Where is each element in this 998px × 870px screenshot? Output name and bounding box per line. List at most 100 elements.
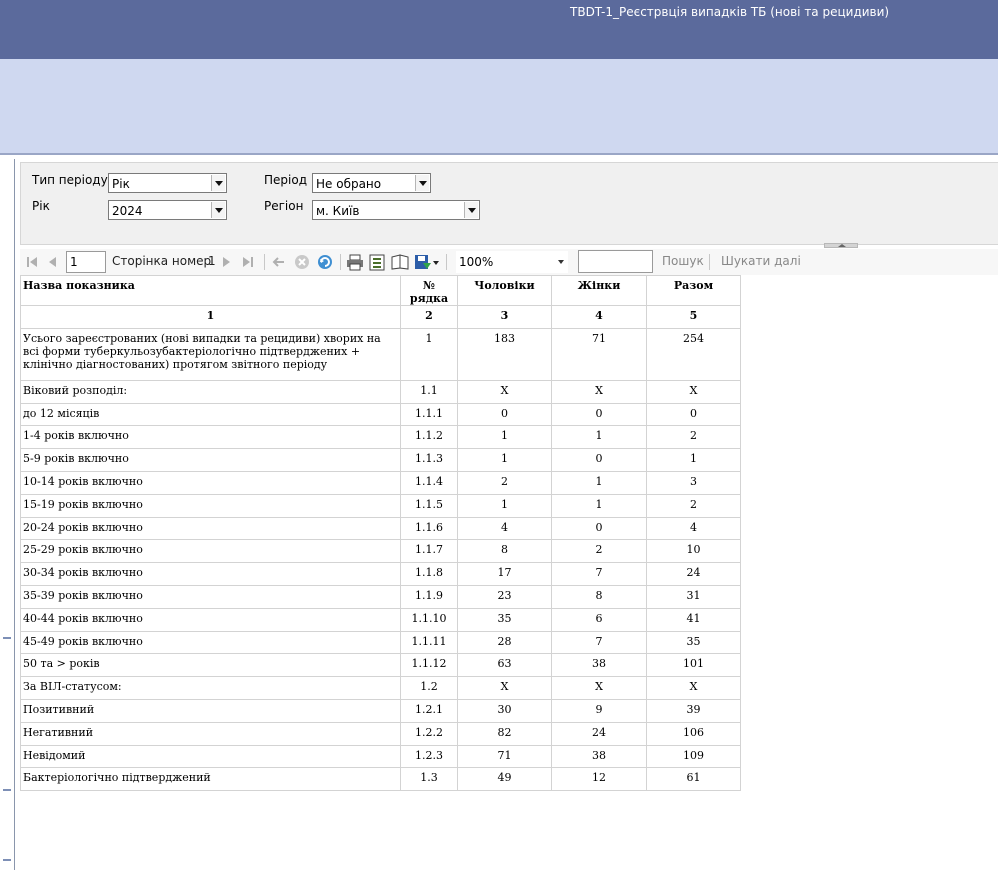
row-number: 1.3 xyxy=(400,767,458,792)
table-header-row: Назва показника № рядка Чоловіки Жінки Р… xyxy=(20,275,741,306)
women-value: 0 xyxy=(551,516,647,541)
men-value: 28 xyxy=(457,630,552,655)
total-value: 41 xyxy=(646,607,741,632)
indicator-name: Негативний xyxy=(20,721,401,746)
period-type-select[interactable]: Рік xyxy=(108,173,227,193)
report-table: Назва показника № рядка Чоловіки Жінки Р… xyxy=(20,275,741,792)
indicator-name: до 12 місяців xyxy=(20,402,401,427)
header-band xyxy=(0,59,998,154)
row-number: 1.1.1 xyxy=(400,402,458,427)
women-value: 24 xyxy=(551,721,647,746)
year-select[interactable]: 2024 xyxy=(108,200,227,220)
total-value: 31 xyxy=(646,584,741,609)
men-value: 63 xyxy=(457,653,552,678)
collapse-params-handle[interactable] xyxy=(824,243,858,248)
women-value: 9 xyxy=(551,698,647,723)
row-number: 1.2.1 xyxy=(400,698,458,723)
page-label: Сторінка номер xyxy=(112,254,212,268)
row-number: 1.1.8 xyxy=(400,562,458,586)
men-value: 1 xyxy=(457,493,552,518)
back-icon[interactable] xyxy=(272,253,286,271)
table-row: 15-19 років включно 1.1.5 1 1 2 xyxy=(20,493,741,518)
women-value: 12 xyxy=(551,767,647,792)
row-number: 1.2 xyxy=(400,676,458,700)
report-title: TBDT-1_Реєстрвція випадків ТБ (нові та р… xyxy=(570,5,890,19)
men-value: 8 xyxy=(457,539,552,564)
women-value: 38 xyxy=(551,653,647,678)
app-title-bar: TBDT-1_Реєстрвція випадків ТБ (нові та р… xyxy=(0,0,998,59)
prev-page-icon[interactable] xyxy=(46,253,58,271)
page-setup-icon[interactable] xyxy=(391,253,409,271)
stop-icon[interactable] xyxy=(293,253,311,271)
row-number: 1.2.2 xyxy=(400,721,458,746)
indicator-name: Бактеріологічно підтверджений xyxy=(20,767,401,792)
women-value: 8 xyxy=(551,584,647,609)
region-label: Регіон xyxy=(264,199,304,213)
men-value: 49 xyxy=(457,767,552,792)
table-row: Бактеріологічно підтверджений 1.3 49 12 61 xyxy=(20,767,741,792)
row-number: 1.1.4 xyxy=(400,470,458,495)
row-number: 1.1.12 xyxy=(400,653,458,678)
table-row: 35-39 років включно 1.1.9 23 8 31 xyxy=(20,584,741,609)
next-page-icon[interactable] xyxy=(220,253,232,271)
print-icon[interactable] xyxy=(346,253,364,271)
total-value: 35 xyxy=(646,630,741,655)
print-layout-icon[interactable] xyxy=(369,253,385,271)
table-row: до 12 місяців 1.1.1 0 0 0 xyxy=(20,402,741,427)
period-select[interactable]: Не обрано xyxy=(312,173,431,193)
chevron-down-icon[interactable] xyxy=(415,175,429,191)
table-row: 50 та > років 1.1.12 63 38 101 xyxy=(20,653,741,678)
indicator-name: 10-14 років включно xyxy=(20,470,401,495)
refresh-icon[interactable] xyxy=(316,253,334,271)
men-value: 1 xyxy=(457,425,552,450)
first-page-icon[interactable] xyxy=(25,253,39,271)
chevron-down-icon[interactable] xyxy=(558,260,564,264)
search-input[interactable] xyxy=(578,250,653,273)
table-row: За ВІЛ-статусом: 1.2 X X X xyxy=(20,676,741,700)
page-count: 1 xyxy=(208,254,216,268)
region-select[interactable]: м. Київ xyxy=(312,200,480,220)
column-header: Назва показника xyxy=(20,275,401,306)
find-next-button[interactable]: Шукати далі xyxy=(721,254,801,268)
zoom-select[interactable]: 100% xyxy=(456,251,568,273)
women-value: 1 xyxy=(551,425,647,450)
table-row: 1-4 років включно 1.1.2 1 1 2 xyxy=(20,425,741,450)
page-number-input[interactable]: 1 xyxy=(66,251,106,273)
men-value: 4 xyxy=(457,516,552,541)
row-number: 1 xyxy=(400,327,458,381)
column-number: 1 xyxy=(20,305,401,329)
indicator-name: 40-44 років включно xyxy=(20,607,401,632)
export-icon[interactable] xyxy=(414,253,440,271)
indicator-name: 15-19 років включно xyxy=(20,493,401,518)
search-button[interactable]: Пошук xyxy=(662,254,704,268)
last-page-icon[interactable] xyxy=(241,253,255,271)
indicator-name: За ВІЛ-статусом: xyxy=(20,676,401,700)
women-value: 38 xyxy=(551,744,647,769)
total-value: 39 xyxy=(646,698,741,723)
chevron-down-icon[interactable] xyxy=(464,202,478,218)
table-row: Віковий розподіл: 1.1 X X X xyxy=(20,379,741,404)
row-number: 1.1.11 xyxy=(400,630,458,655)
total-value: 106 xyxy=(646,721,741,746)
women-value: 0 xyxy=(551,402,647,427)
chevron-down-icon[interactable] xyxy=(211,202,225,218)
row-number: 1.1 xyxy=(400,379,458,404)
total-value: 2 xyxy=(646,425,741,450)
total-value: 109 xyxy=(646,744,741,769)
women-value: 7 xyxy=(551,630,647,655)
row-number: 1.1.6 xyxy=(400,516,458,541)
total-value: 1 xyxy=(646,448,741,472)
table-row: Позитивний 1.2.1 30 9 39 xyxy=(20,698,741,723)
report-viewer: Тип періоду Рік Рік 2024 Період Не обран… xyxy=(14,159,998,870)
indicator-name: 5-9 років включно xyxy=(20,448,401,472)
indicator-name: 35-39 років включно xyxy=(20,584,401,609)
men-value: 183 xyxy=(457,327,552,381)
row-number: 1.1.3 xyxy=(400,448,458,472)
women-value: 0 xyxy=(551,448,647,472)
total-value: 0 xyxy=(646,402,741,427)
indicator-name: Позитивний xyxy=(20,698,401,723)
chevron-down-icon[interactable] xyxy=(211,175,225,191)
men-value: X xyxy=(457,379,552,404)
table-row: 45-49 років включно 1.1.11 28 7 35 xyxy=(20,630,741,655)
table-row: 10-14 років включно 1.1.4 2 1 3 xyxy=(20,470,741,495)
